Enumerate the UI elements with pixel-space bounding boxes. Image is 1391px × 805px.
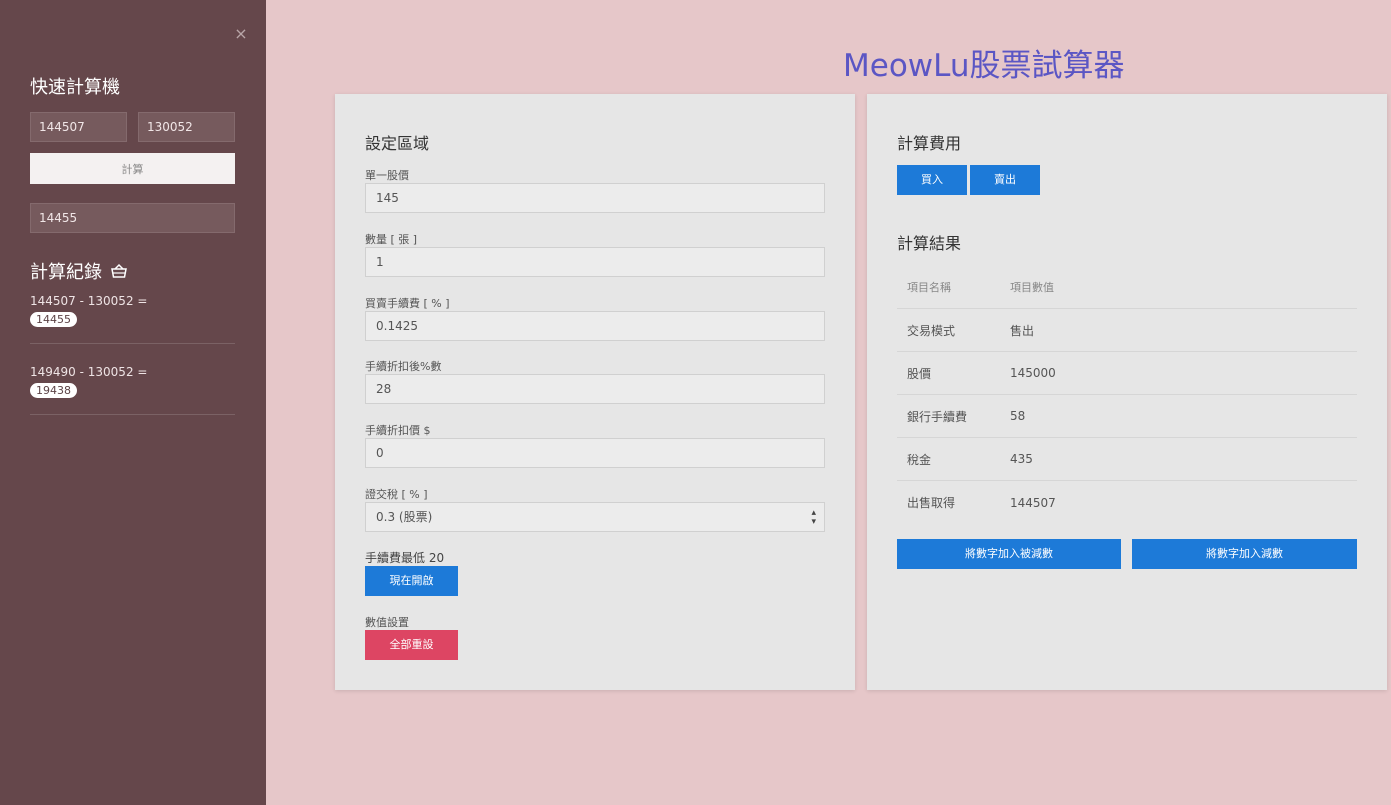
quick-result-field[interactable]: 14455 <box>30 203 235 233</box>
fee-input[interactable]: 0.1425 <box>365 311 825 341</box>
discount-pct-label: 手續折扣後%數 <box>365 360 442 373</box>
row-value: 144507 <box>1010 495 1056 510</box>
unit-price-label: 單一股價 <box>365 169 409 182</box>
close-icon[interactable]: × <box>233 26 249 42</box>
calculate-button[interactable]: 計算 <box>30 153 235 184</box>
reset-section-label: 數值設置 <box>365 616 409 629</box>
fee-label: 買賣手續費 [ % ] <box>365 297 450 310</box>
calculation-card: 計算費用 買入 賣出 計算結果 項目名稱 項目數值 交易模式 售出 股價 145… <box>867 94 1387 690</box>
row-value: 售出 <box>1010 323 1035 338</box>
table-row: 出售取得 144507 <box>897 481 1357 524</box>
row-value: 58 <box>1010 409 1026 423</box>
minuend-input[interactable] <box>30 112 127 142</box>
discount-pct-input[interactable]: 28 <box>365 374 825 404</box>
select-arrows-icon: ▴ ▾ <box>811 508 816 527</box>
history-item: 149490 - 130052 = 19438 <box>30 362 235 415</box>
table-row: 交易模式 售出 <box>897 309 1357 352</box>
history-item: 144507 - 130052 = 14455 <box>30 291 235 344</box>
reset-all-button[interactable]: 全部重設 <box>365 630 458 660</box>
sell-button[interactable]: 賣出 <box>970 165 1040 195</box>
tax-label: 證交稅 [ % ] <box>365 488 428 501</box>
settings-card: 設定區域 單一股價 145 數量 [ 張 ] 1 買賣手續費 [ % ] 0.1… <box>335 94 855 690</box>
tax-selected-value: 0.3 (股票) <box>376 510 433 524</box>
page-title: MeowLu股票試算器 <box>843 48 1125 84</box>
header-item-value: 項目數值 <box>1010 281 1054 294</box>
result-table: 項目名稱 項目數值 交易模式 售出 股價 145000 銀行手續費 58 稅金 … <box>897 266 1357 524</box>
min-fee-label: 手續費最低 20 <box>365 551 445 565</box>
history-result-badge[interactable]: 14455 <box>30 312 77 327</box>
sidebar-title: 快速計算機 <box>30 77 120 98</box>
quick-calculator-sidebar: × 快速計算機 計算 14455 計算紀錄 144507 - 130052 = … <box>0 0 266 805</box>
basket-icon[interactable] <box>110 263 128 279</box>
table-row: 股價 145000 <box>897 352 1357 395</box>
calc-title: 計算費用 <box>897 134 962 153</box>
history-title-text: 計算紀錄 <box>30 262 102 283</box>
min-fee-toggle-button[interactable]: 現在開啟 <box>365 566 458 596</box>
row-name: 交易模式 <box>907 323 956 338</box>
buy-button[interactable]: 買入 <box>897 165 967 195</box>
result-title: 計算結果 <box>897 234 962 253</box>
quantity-label: 數量 [ 張 ] <box>365 233 418 246</box>
row-value: 435 <box>1010 452 1033 466</box>
table-header-row: 項目名稱 項目數值 <box>897 266 1357 309</box>
row-name: 出售取得 <box>907 496 956 510</box>
discount-amount-label: 手續折扣價 $ <box>365 424 431 437</box>
history-result-badge[interactable]: 19438 <box>30 383 77 398</box>
row-name: 稅金 <box>907 452 932 467</box>
add-to-minuend-button[interactable]: 將數字加入被減數 <box>897 539 1121 569</box>
subtrahend-input[interactable] <box>138 112 235 142</box>
discount-amount-input[interactable]: 0 <box>365 438 825 468</box>
quantity-input[interactable]: 1 <box>365 247 825 277</box>
row-name: 股價 <box>907 366 932 381</box>
history-title: 計算紀錄 <box>30 258 128 284</box>
history-expression: 144507 - 130052 = <box>30 294 148 308</box>
row-value: 145000 <box>1010 366 1056 380</box>
add-to-subtrahend-button[interactable]: 將數字加入減數 <box>1132 539 1357 569</box>
table-row: 稅金 435 <box>897 438 1357 481</box>
header-item-name: 項目名稱 <box>907 281 951 294</box>
row-name: 銀行手續費 <box>907 409 968 424</box>
history-list: 144507 - 130052 = 14455 149490 - 130052 … <box>30 291 235 433</box>
settings-title: 設定區域 <box>365 134 430 153</box>
tax-select[interactable]: 0.3 (股票) ▴ ▾ <box>365 502 825 532</box>
unit-price-input[interactable]: 145 <box>365 183 825 213</box>
table-row: 銀行手續費 58 <box>897 395 1357 438</box>
history-expression: 149490 - 130052 = <box>30 365 148 379</box>
